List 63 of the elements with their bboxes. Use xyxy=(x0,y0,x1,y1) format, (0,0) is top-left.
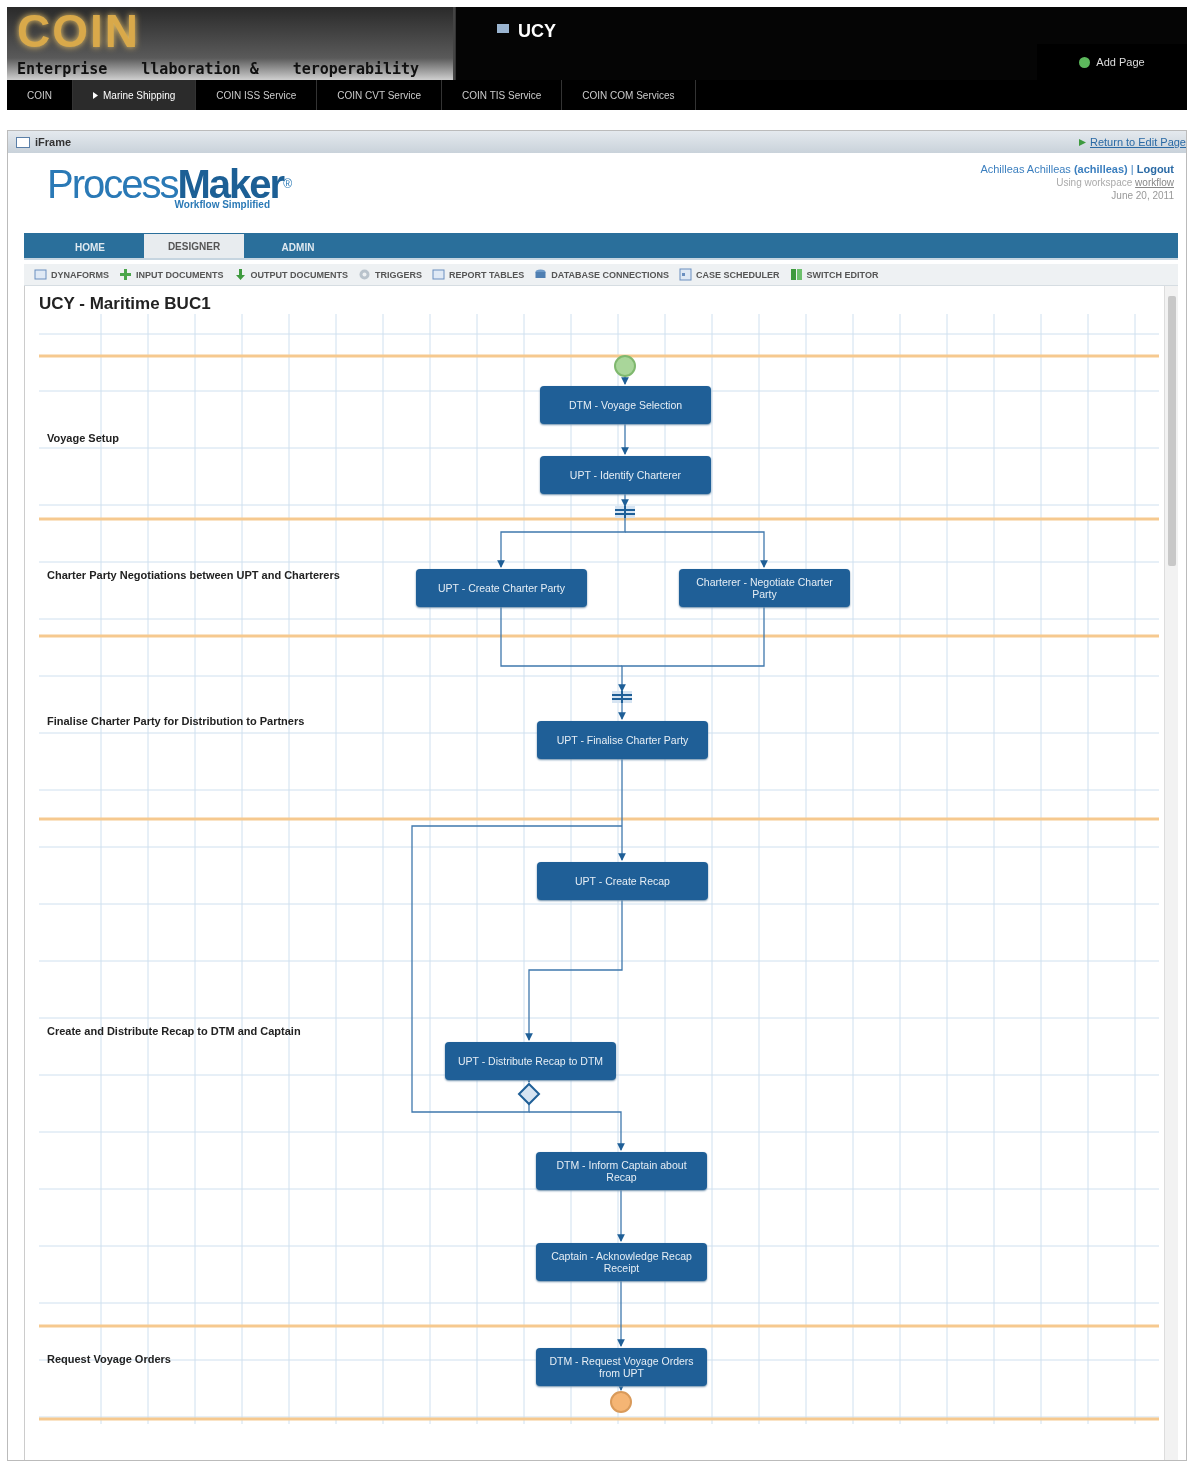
connector-arrow xyxy=(617,1280,625,1347)
arrow-down-icon xyxy=(233,268,247,281)
lane-label: Finalise Charter Party for Distribution to Partners xyxy=(47,715,305,727)
lane-label: Request Voyage Orders xyxy=(47,1353,171,1365)
toolbar-button[interactable]: REPORT TABLES xyxy=(432,268,525,281)
form-icon xyxy=(34,268,47,281)
site-title: UCY xyxy=(518,21,556,42)
tab[interactable]: DESIGNER xyxy=(144,234,244,258)
window-icon xyxy=(16,136,30,148)
tagline-text: Enterprise xyxy=(17,60,108,78)
task-node[interactable]: UPT - Finalise Charter Party xyxy=(537,721,708,759)
plus-icon xyxy=(119,268,132,281)
toolbar-button[interactable]: CASE SCHEDULER xyxy=(679,268,780,281)
connector-arrow xyxy=(621,375,629,385)
connector-arrow xyxy=(617,1189,625,1242)
lane-label: Create and Distribute Recap to DTM and Captain xyxy=(47,1025,301,1037)
task-node[interactable]: DTM - Inform Captain about Recap xyxy=(536,1152,707,1190)
logo: COIN xyxy=(17,7,141,55)
arrow-icon xyxy=(1079,138,1086,146)
caret-icon xyxy=(93,91,98,99)
task-node[interactable]: UPT - Distribute Recap to DTM xyxy=(445,1042,616,1080)
end-event-icon xyxy=(610,1391,632,1413)
tagline-text: teroperability xyxy=(292,60,420,78)
tab[interactable]: HOME xyxy=(40,236,140,258)
workspace-text: Using workspace workflow xyxy=(1056,177,1174,188)
toolbar-button[interactable]: INPUT DOCUMENTS xyxy=(119,268,224,281)
form-icon xyxy=(432,268,445,281)
toolbar-button[interactable]: DYNAFORMS xyxy=(34,268,109,281)
processmaker-logo: ProcessMaker® Workflow Simplified xyxy=(46,163,292,212)
tab[interactable]: ADMIN xyxy=(248,236,348,258)
lane-label: Voyage Setup xyxy=(47,432,119,444)
tagline-text: llaboration & xyxy=(141,60,259,78)
task-node[interactable]: Charterer - Negotiate Charter Party xyxy=(679,569,850,607)
add-page-button[interactable]: Add Page xyxy=(1037,44,1187,80)
lane-label: Charter Party Negotiations between UPT and Charterers xyxy=(47,569,340,581)
date-text: June 20, 2011 xyxy=(1111,190,1174,201)
toolbar-button[interactable]: OUTPUT DOCUMENTS xyxy=(233,268,348,281)
toolbar-button[interactable]: SWITCH EDITOR xyxy=(789,268,879,281)
toolbar-button[interactable]: TRIGGERS xyxy=(358,268,422,281)
gear-icon xyxy=(358,268,371,281)
logout-link[interactable]: Logout xyxy=(1136,163,1174,175)
task-node[interactable]: DTM - Voyage Selection xyxy=(540,386,711,424)
switch-icon xyxy=(789,268,803,281)
connector-arrow xyxy=(621,423,629,455)
return-link[interactable]: Return to Edit Page xyxy=(1079,136,1186,148)
calendar-icon xyxy=(679,268,693,281)
process-title: UCY - Maritime BUC1 xyxy=(39,294,212,314)
start-event-icon xyxy=(614,355,636,377)
database-icon xyxy=(534,268,548,281)
task-node[interactable]: Captain - Acknowledge Recap Receipt xyxy=(536,1243,707,1281)
page-icon xyxy=(496,21,510,35)
nav-tab[interactable]: Marine Shipping xyxy=(73,80,197,110)
connector-arrow xyxy=(621,493,629,507)
task-node[interactable]: UPT - Create Recap xyxy=(537,862,708,900)
task-node[interactable]: UPT - Create Charter Party xyxy=(416,569,587,607)
scrollbar[interactable] xyxy=(1166,296,1177,566)
frame-title: iFrame xyxy=(35,136,72,148)
toolbar-button[interactable]: DATABASE CONNECTIONS xyxy=(534,268,670,281)
connector-arrow xyxy=(617,1383,625,1391)
task-node[interactable]: DTM - Request Voyage Orders from UPT xyxy=(536,1348,707,1386)
user-name: Achilleas Achilleas (achilleas) | xyxy=(980,163,1134,175)
task-node[interactable]: UPT - Identify Charterer xyxy=(540,456,711,494)
connector-arrow xyxy=(618,702,626,720)
